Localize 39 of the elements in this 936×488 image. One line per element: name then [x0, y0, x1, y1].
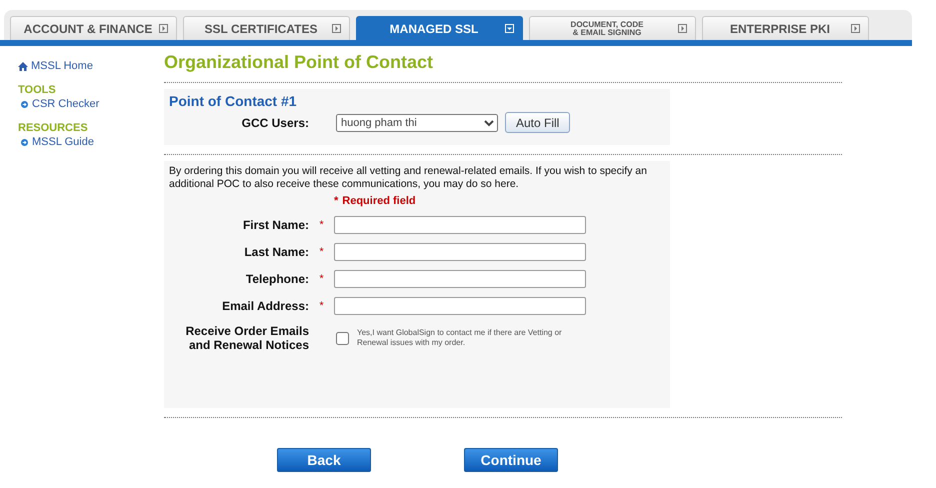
required-mark: * [318, 219, 325, 232]
home-icon [18, 62, 28, 70]
auto-fill-button[interactable]: Auto Fill [505, 112, 570, 133]
nav-tab[interactable]: DOCUMENT, CODE & EMAIL SIGNING [529, 16, 696, 40]
users-dropdown[interactable]: huong pham thi [336, 114, 498, 132]
text-field[interactable] [334, 216, 586, 234]
text-field[interactable] [334, 270, 586, 288]
field-label: Receive Order Emails and Renewal Notices [184, 324, 309, 352]
dropdown-icon [505, 24, 514, 33]
required-mark: * [318, 300, 325, 312]
sidebar-link[interactable]: MSSL Guide [21, 136, 164, 148]
sidebar-link[interactable]: CSR Checker [21, 98, 164, 110]
nav-tab[interactable]: ACCOUNT & FINANCE [10, 16, 177, 40]
required-mark: * [318, 273, 325, 286]
section-heading: Point of Contact #1 [169, 93, 298, 109]
field-label: First Name: [242, 218, 309, 232]
nav-button[interactable]: Back [277, 448, 371, 472]
emails-checkbox[interactable] [336, 332, 349, 345]
arrow-icon [21, 100, 28, 108]
arrow-icon [21, 138, 28, 146]
field-label: Email Address: [221, 299, 309, 314]
checkbox-label: Yes,I want GlobalSign to contact me if there are Vetting or Renewal issues with my order. [357, 328, 563, 349]
text-field[interactable] [334, 297, 586, 316]
nav-tab[interactable]: MANAGED SSL [356, 16, 523, 40]
page-title: Organizational Point of Contact [164, 52, 434, 73]
nav-button[interactable]: Continue [464, 448, 558, 472]
nav-tab[interactable]: SSL CERTIFICATES [183, 16, 350, 40]
sidebar-heading: RESOURCES [18, 122, 89, 134]
required-note: Required field [342, 195, 416, 208]
sidebar-heading: TOOLS [18, 84, 57, 96]
field-label: Last Name: [243, 245, 309, 260]
required-mark: * [318, 246, 325, 258]
required-mark: * [334, 195, 338, 208]
intro-text: By ordering this domain you will receive all vetting and renewal-related emails. If you wish to specify an additional POC to also receive these communications, you may do so here. [169, 165, 648, 192]
field-label: Telephone: [244, 272, 309, 286]
nav-tab[interactable]: ENTERPRISE PKI [702, 16, 869, 40]
field-label: GCC Users: [240, 116, 309, 130]
home-link[interactable]: MSSL Home [18, 60, 164, 72]
text-field[interactable] [334, 243, 586, 262]
